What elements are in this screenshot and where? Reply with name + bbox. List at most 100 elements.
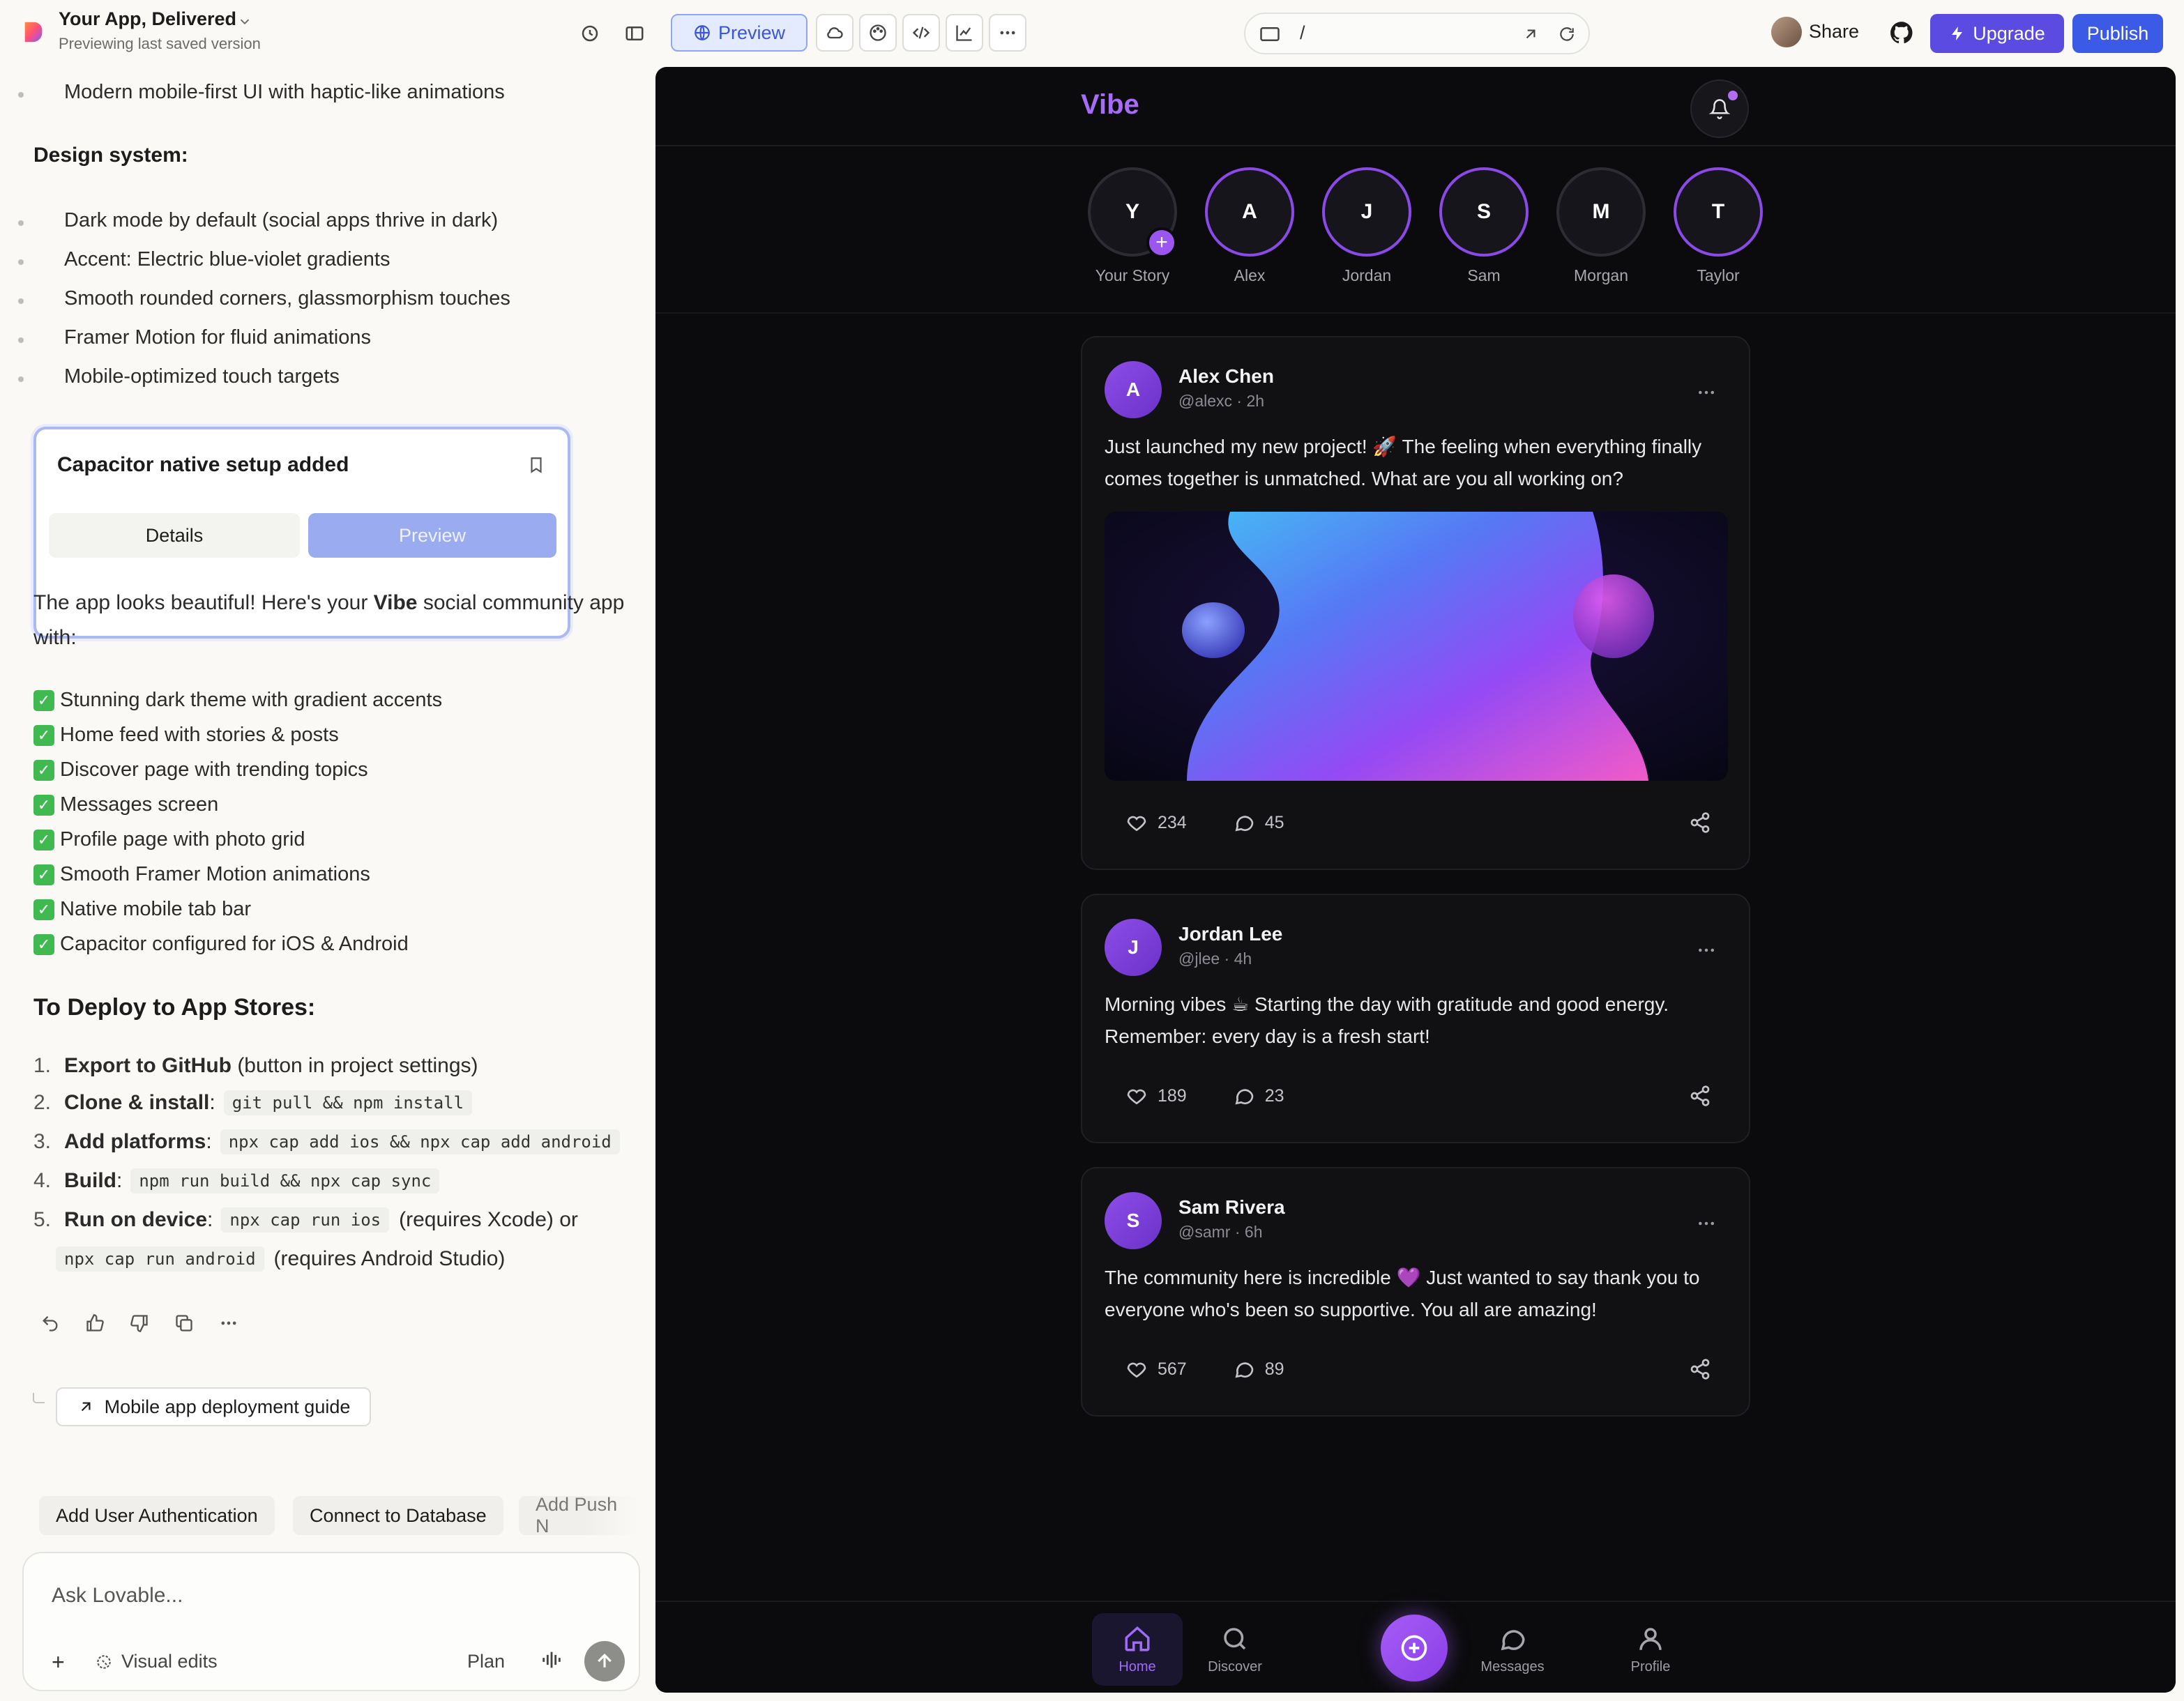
post-avatar[interactable]: J <box>1105 919 1162 976</box>
design-item: Dark mode by default (social apps thrive… <box>17 209 498 232</box>
design-item-text: Accent: Electric blue-violet gradients <box>64 248 390 270</box>
history-icon[interactable] <box>575 18 605 49</box>
step-title: Run on device <box>64 1208 208 1231</box>
cloud-button[interactable] <box>816 14 854 52</box>
github-icon[interactable] <box>1888 20 1915 46</box>
post-author[interactable]: Jordan Lee <box>1178 923 1282 945</box>
more-horizontal-icon[interactable] <box>1696 940 1717 961</box>
url-bar[interactable]: / <box>1244 13 1590 54</box>
comment-button[interactable]: 89 <box>1233 1358 1284 1380</box>
suggestion-chip[interactable]: Add User Authentication <box>39 1496 275 1535</box>
more-horizontal-icon[interactable] <box>1696 382 1717 403</box>
post-card[interactable]: J Jordan Lee @jlee · 4h Morning vibes ☕ … <box>1081 894 1750 1143</box>
card-preview-button[interactable]: Preview <box>308 513 556 558</box>
chat-input[interactable]: Ask Lovable... + Visual edits Plan <box>22 1552 640 1691</box>
thread-connector-icon <box>33 1393 45 1403</box>
theme-button[interactable] <box>859 14 897 52</box>
thumbs-up-icon[interactable] <box>82 1311 107 1336</box>
upgrade-button[interactable]: Upgrade <box>1930 14 2064 53</box>
thumbs-down-icon[interactable] <box>127 1311 152 1336</box>
notifications-button[interactable] <box>1690 79 1749 138</box>
story-avatar: T <box>1674 167 1763 257</box>
share-button[interactable]: Share <box>1809 21 1859 43</box>
device-icon[interactable] <box>1259 25 1280 43</box>
add-story-icon[interactable]: + <box>1146 227 1177 258</box>
chat-panel: Modern mobile-first UI with haptic-like … <box>0 67 655 1701</box>
post-image[interactable] <box>1105 512 1728 781</box>
post-avatar[interactable]: S <box>1105 1192 1162 1249</box>
step-title: Add platforms <box>64 1130 206 1153</box>
story-initial: A <box>1242 200 1257 223</box>
publish-button[interactable]: Publish <box>2072 14 2163 53</box>
app-preview[interactable]: Vibe Y + Your Story A Alex J Jordan S Sa… <box>655 67 2176 1693</box>
chat-input-placeholder[interactable]: Ask Lovable... <box>52 1584 183 1608</box>
arrow-up-icon <box>598 1654 612 1668</box>
step-rest: (button in project settings) <box>231 1054 478 1077</box>
stories-row: Y + Your Story A Alex J Jordan S Sam M M… <box>655 146 2176 314</box>
deployment-guide-link[interactable]: Mobile app deployment guide <box>56 1387 371 1426</box>
code-button[interactable] <box>902 14 940 52</box>
copy-icon[interactable] <box>172 1311 197 1336</box>
sidebar-toggle-icon[interactable] <box>619 18 650 49</box>
story-item[interactable]: M Morgan <box>1556 167 1646 285</box>
comment-count: 89 <box>1264 1359 1284 1379</box>
comment-button[interactable]: 45 <box>1233 811 1284 834</box>
bullet-item: Modern mobile-first UI with haptic-like … <box>18 81 505 104</box>
suggestion-chip[interactable]: Add Push N <box>519 1496 639 1535</box>
voice-waveform-icon[interactable] <box>540 1648 563 1672</box>
project-title[interactable]: Your App, Delivered <box>59 8 236 30</box>
story-initial: S <box>1476 200 1491 223</box>
comment-count: 23 <box>1264 1085 1284 1106</box>
share-icon[interactable] <box>1689 1085 1711 1107</box>
post-avatar[interactable]: A <box>1105 361 1162 418</box>
tab-profile[interactable]: Profile <box>1605 1613 1696 1686</box>
more-horizontal-icon[interactable] <box>216 1311 241 1336</box>
post-text: Morning vibes ☕ Starting the day with gr… <box>1105 993 1669 1047</box>
chevron-down-icon[interactable] <box>237 14 252 29</box>
lovable-logo-icon[interactable] <box>21 20 47 46</box>
post-author[interactable]: Alex Chen <box>1178 365 1274 388</box>
preview-button[interactable]: Preview <box>671 14 807 52</box>
like-button[interactable]: 189 <box>1125 1085 1187 1107</box>
url-path[interactable]: / <box>1300 22 1305 44</box>
visual-edits-button[interactable]: Visual edits <box>95 1651 218 1672</box>
app-logo[interactable]: Vibe <box>1081 89 1139 121</box>
analytics-button[interactable] <box>946 14 983 52</box>
suggestion-chip[interactable]: Connect to Database <box>293 1496 503 1535</box>
bookmark-icon[interactable] <box>527 455 545 475</box>
tab-home[interactable]: Home <box>1092 1613 1183 1686</box>
undo-icon[interactable] <box>38 1311 63 1336</box>
comment-icon <box>1235 816 1254 832</box>
like-button[interactable]: 234 <box>1125 811 1187 834</box>
top-bar: Your App, Delivered Previewing last save… <box>0 0 2184 67</box>
comment-button[interactable]: 23 <box>1233 1085 1284 1107</box>
story-name: Morgan <box>1574 266 1628 284</box>
like-button[interactable]: 567 <box>1125 1358 1187 1380</box>
post-card[interactable]: A Alex Chen @alexc · 2h Just launched my… <box>1081 336 1750 870</box>
open-external-icon[interactable] <box>1522 25 1540 43</box>
add-attachment-icon[interactable]: + <box>52 1649 65 1675</box>
send-button[interactable] <box>584 1641 625 1681</box>
post-card[interactable]: S Sam Rivera @samr · 6h The community he… <box>1081 1167 1750 1417</box>
heart-icon <box>1127 1089 1146 1105</box>
post-author[interactable]: Sam Rivera <box>1178 1196 1285 1219</box>
story-item[interactable]: J Jordan <box>1322 167 1411 285</box>
plan-button[interactable]: Plan <box>467 1651 505 1672</box>
tab-discover[interactable]: Discover <box>1190 1613 1280 1686</box>
refresh-icon[interactable] <box>1558 25 1576 43</box>
more-button[interactable] <box>989 14 1026 52</box>
story-item[interactable]: T Taylor <box>1674 167 1763 285</box>
more-horizontal-icon[interactable] <box>1696 1213 1717 1234</box>
globe-icon <box>695 25 710 40</box>
share-icon[interactable] <box>1689 811 1711 834</box>
search-icon <box>1224 1627 1246 1649</box>
share-icon[interactable] <box>1689 1358 1711 1380</box>
story-item[interactable]: Y + Your Story <box>1088 167 1177 285</box>
story-item[interactable]: S Sam <box>1439 167 1529 285</box>
details-button[interactable]: Details <box>49 513 300 558</box>
story-item[interactable]: A Alex <box>1205 167 1294 285</box>
checklist-text: Capacitor configured for iOS & Android <box>60 933 409 955</box>
create-post-button[interactable] <box>1381 1615 1448 1681</box>
user-avatar[interactable] <box>1771 17 1802 47</box>
tab-messages[interactable]: Messages <box>1467 1613 1558 1686</box>
